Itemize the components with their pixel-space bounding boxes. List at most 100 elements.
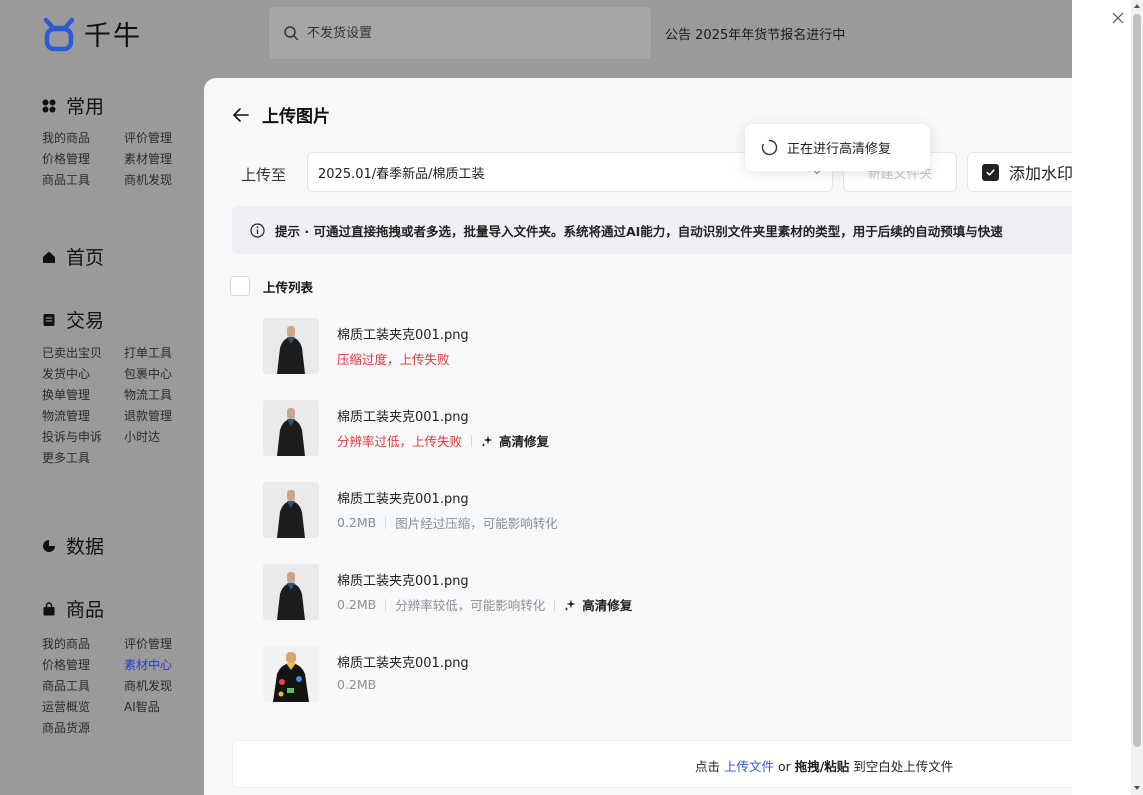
vertical-scrollbar[interactable] xyxy=(1131,0,1143,795)
upload-to-label: 上传至 xyxy=(241,166,287,184)
upload-dropzone[interactable]: 点击 上传文件 or 拖拽/粘贴 到空白处上传文件 xyxy=(232,740,1072,788)
announcement[interactable]: 公告 2025年年货节报名进行中 xyxy=(665,24,845,43)
warning-detail: 图片经过压缩，可能影响转化 xyxy=(395,516,558,531)
sidebar-section-trade[interactable]: 交易 xyxy=(42,306,104,333)
top-bar: 千牛 公告 2025年年货节报名进行中 xyxy=(0,0,1072,66)
sidebar-link[interactable]: 发货中心 xyxy=(42,366,124,383)
sidebar-section-home[interactable]: 首页 xyxy=(42,243,104,270)
app-window: 千牛 公告 2025年年货节报名进行中 常用 我的商品 评价管理 价格管理 素材… xyxy=(0,0,1072,795)
tip-banner: 提示 · 可通过直接拖拽或者多选，批量导入文件夹。系统将通过AI能力，自动识别文… xyxy=(232,206,1072,254)
search-icon xyxy=(284,26,299,41)
upload-item: 棉质工装夹克001.png 压缩过度，上传失败 xyxy=(263,318,963,374)
image-thumbnail[interactable] xyxy=(263,482,319,538)
watermark-checkbox[interactable]: 添加水印 xyxy=(967,152,1072,192)
sidebar-link[interactable]: 换单管理 xyxy=(42,387,124,404)
upload-panel: 上传图片 上传至 2025.01/春季新品/棉质工装 新建文件夹 正在进行高清修… xyxy=(204,78,1072,795)
panel-title: 上传图片 xyxy=(262,107,330,127)
panel-header: 上传图片 xyxy=(232,102,330,127)
file-status: 压缩过度，上传失败 xyxy=(337,349,450,368)
divider xyxy=(385,598,387,611)
scroll-thumb[interactable] xyxy=(1133,14,1141,747)
document-icon xyxy=(43,313,55,326)
sidebar-section-common[interactable]: 常用 xyxy=(42,92,104,119)
sidebar-link[interactable]: 物流工具 xyxy=(124,387,204,404)
file-name: 棉质工装夹克001.png xyxy=(337,328,469,343)
sidebar-link[interactable]: 更多工具 xyxy=(42,450,124,467)
grid-icon xyxy=(42,99,56,112)
hd-repair-button[interactable]: 高清修复 xyxy=(564,595,632,614)
info-icon xyxy=(250,222,265,238)
file-status: 0.2MB 分辨率较低，可能影响转化 高清修复 xyxy=(337,595,632,614)
file-name: 棉质工装夹克001.png xyxy=(337,410,469,425)
image-thumbnail[interactable] xyxy=(263,646,319,702)
image-thumbnail[interactable] xyxy=(263,564,319,620)
sidebar-link-active[interactable]: 素材中心 xyxy=(124,657,204,674)
sidebar-link[interactable]: 商机发现 xyxy=(124,678,204,695)
dropzone-suffix: 到空白处上传文件 xyxy=(849,759,954,774)
file-status: 0.2MB 图片经过压缩，可能影响转化 xyxy=(337,513,558,532)
sidebar-link[interactable]: 我的商品 xyxy=(42,636,124,653)
pie-chart-icon xyxy=(43,539,55,552)
upload-list-header: 上传列表 xyxy=(230,276,313,296)
sidebar-link[interactable]: 价格管理 xyxy=(42,657,124,674)
sidebar-link[interactable]: 退款管理 xyxy=(124,408,204,425)
sidebar-link[interactable]: AI智品 xyxy=(124,699,204,716)
sidebar-section-data[interactable]: 数据 xyxy=(42,532,104,559)
close-icon[interactable] xyxy=(1111,11,1125,25)
sidebar-link[interactable]: 小时达 xyxy=(124,429,204,446)
error-message: 压缩过度，上传失败 xyxy=(337,352,450,367)
repair-progress-toast: 正在进行高清修复 xyxy=(745,124,930,171)
loading-spinner-icon xyxy=(761,139,778,156)
folder-path-value: 2025.01/春季新品/棉质工装 xyxy=(318,166,485,182)
back-arrow-icon[interactable] xyxy=(232,106,250,124)
select-all-checkbox[interactable] xyxy=(230,276,250,296)
sidebar-link[interactable]: 评价管理 xyxy=(124,636,204,653)
sidebar-link[interactable]: 商品货源 xyxy=(42,720,124,737)
sparkle-icon xyxy=(564,599,576,611)
dropzone-or: or xyxy=(774,759,795,774)
scroll-up-arrow-icon[interactable] xyxy=(1134,4,1140,8)
qianniu-logo-icon xyxy=(43,17,75,51)
sparkle-icon xyxy=(481,435,493,447)
sidebar-link[interactable]: 商品工具 xyxy=(42,172,124,189)
file-name: 棉质工装夹克001.png xyxy=(337,492,469,507)
sidebar-links-goods: 我的商品 评价管理 价格管理 素材中心 商品工具 商机发现 运营概览 AI智品 … xyxy=(42,636,204,737)
sidebar-links-common: 我的商品 评价管理 价格管理 素材管理 商品工具 商机发现 xyxy=(42,130,204,189)
divider xyxy=(471,434,473,447)
sidebar-link[interactable]: 物流管理 xyxy=(42,408,124,425)
sidebar-link[interactable]: 价格管理 xyxy=(42,151,124,168)
sidebar: 常用 我的商品 评价管理 价格管理 素材管理 商品工具 商机发现 首页 交易 已… xyxy=(0,66,204,795)
scroll-down-arrow-icon[interactable] xyxy=(1134,786,1140,790)
global-search[interactable] xyxy=(269,7,651,59)
hd-repair-button[interactable]: 高清修复 xyxy=(481,431,549,450)
sidebar-section-goods[interactable]: 商品 xyxy=(42,595,104,622)
divider xyxy=(385,516,387,529)
upload-file-link[interactable]: 上传文件 xyxy=(724,759,774,774)
dropzone-drag-paste: 拖拽/粘贴 xyxy=(794,759,850,774)
dropzone-text: 点击 上传文件 or 拖拽/粘贴 到空白处上传文件 xyxy=(695,756,953,775)
upload-list-title: 上传列表 xyxy=(263,279,314,295)
file-status: 0.2MB xyxy=(337,677,376,692)
sidebar-link[interactable]: 素材管理 xyxy=(124,151,204,168)
home-icon xyxy=(43,251,55,263)
image-thumbnail[interactable] xyxy=(263,318,319,374)
watermark-label: 添加水印 xyxy=(1009,164,1072,183)
sidebar-link[interactable]: 已卖出宝贝 xyxy=(42,345,124,362)
sidebar-link[interactable]: 打单工具 xyxy=(124,345,204,362)
sidebar-link[interactable]: 运营概览 xyxy=(42,699,124,716)
sidebar-link[interactable]: 包裹中心 xyxy=(124,366,204,383)
file-size: 0.2MB xyxy=(337,597,377,612)
sidebar-link[interactable]: 投诉与申诉 xyxy=(42,429,124,446)
sidebar-link[interactable]: 商机发现 xyxy=(124,172,204,189)
error-message: 分辨率过低，上传失败 xyxy=(337,434,463,449)
logo[interactable]: 千牛 xyxy=(42,14,142,53)
shopping-bag-icon xyxy=(43,601,55,615)
sidebar-link[interactable]: 评价管理 xyxy=(124,130,204,147)
sidebar-link[interactable]: 我的商品 xyxy=(42,130,124,147)
upload-item: 棉质工装夹克001.png 分辨率过低，上传失败 高清修复 xyxy=(263,400,963,456)
sidebar-section-title: 商品 xyxy=(66,599,105,621)
sidebar-link[interactable]: 商品工具 xyxy=(42,678,124,695)
image-thumbnail[interactable] xyxy=(263,400,319,456)
search-input[interactable] xyxy=(307,25,607,41)
warning-detail: 分辨率较低，可能影响转化 xyxy=(395,598,546,613)
